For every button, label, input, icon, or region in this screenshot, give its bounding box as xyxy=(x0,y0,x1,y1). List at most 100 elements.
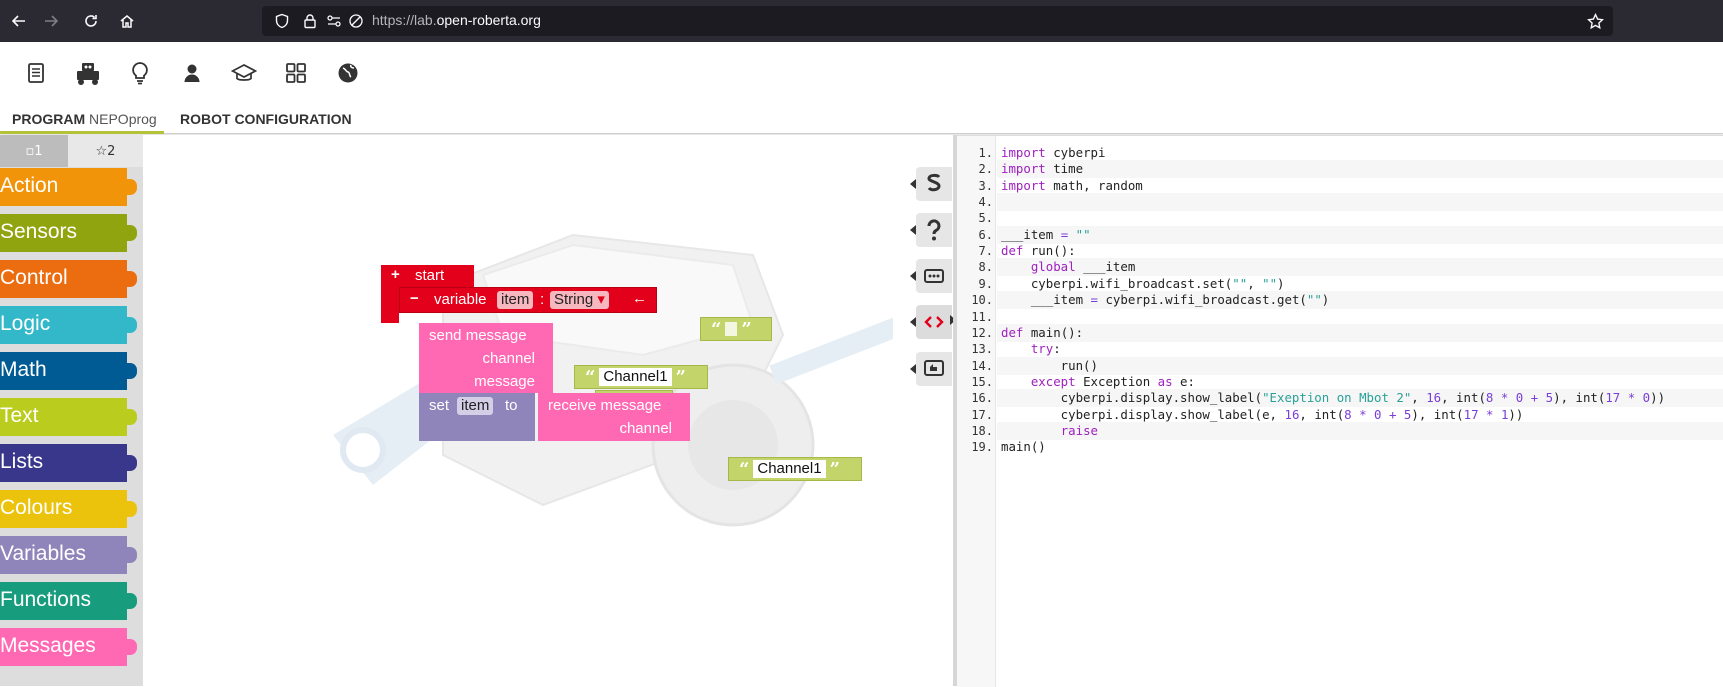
home-button[interactable] xyxy=(114,8,140,34)
category-action[interactable]: Action xyxy=(0,168,137,206)
bookmark-button[interactable] xyxy=(1582,8,1608,34)
category-variables[interactable]: Variables xyxy=(0,536,137,574)
channel-value-field[interactable]: Channel1 xyxy=(599,368,672,386)
star-icon xyxy=(1586,12,1604,29)
robot-menu-button[interactable] xyxy=(73,58,103,88)
reload-button[interactable] xyxy=(78,8,104,34)
tab-program[interactable]: PROGRAM NEPOprog xyxy=(0,108,164,134)
send-message-block[interactable]: send message channel message xyxy=(419,323,553,393)
forward-arrow-icon xyxy=(45,15,59,27)
robot-sim-icon xyxy=(924,269,944,283)
code-line[interactable]: import cyberpi xyxy=(997,144,1723,162)
empty-string-block[interactable]: “ ” xyxy=(700,317,772,341)
source-code-panel[interactable]: 1. 2. 3. 4. 5. 6. 7. 8. 9. 10. 11. 12. 13. 14. 15. 16. 1… xyxy=(957,135,1723,687)
lightbulb-icon xyxy=(132,62,148,85)
set-label: set xyxy=(429,397,450,414)
feedback-button[interactable] xyxy=(910,352,952,386)
to-label: to xyxy=(505,397,518,414)
variable-type-dropdown[interactable]: String ▾ xyxy=(550,291,609,309)
line-number: 14. xyxy=(971,358,993,373)
channel-label: channel xyxy=(482,350,535,367)
remove-icon[interactable]: − xyxy=(410,290,419,307)
category-text[interactable]: Text xyxy=(0,398,137,436)
category-functions[interactable]: Functions xyxy=(0,582,137,620)
category-logic[interactable]: Logic xyxy=(0,306,137,344)
variable-name-field[interactable]: item xyxy=(497,291,534,309)
category-label: Functions xyxy=(0,588,92,611)
toolbox-tab-beginner[interactable]: ▫1 xyxy=(0,135,68,167)
code-line[interactable]: run() xyxy=(997,356,1723,375)
set-variable-block[interactable]: set item to xyxy=(419,393,535,441)
language-menu-button[interactable] xyxy=(333,58,363,88)
variable-type-value: String xyxy=(554,291,594,308)
category-math[interactable]: Math xyxy=(0,352,137,390)
line-number: 8. xyxy=(978,260,993,275)
code-line[interactable]: cyberpi.wifi_broadcast.set("", "") xyxy=(997,275,1723,293)
quote-open-icon: “ xyxy=(739,458,750,480)
category-lists[interactable]: Lists xyxy=(0,444,137,482)
code-line[interactable]: global ___item xyxy=(997,258,1723,277)
forward-button[interactable] xyxy=(38,8,64,34)
line-number: 5. xyxy=(978,211,993,226)
code-line[interactable]: cyberpi.display.show_label(e, 16, int(8 … xyxy=(997,406,1723,424)
help-button[interactable] xyxy=(910,213,952,247)
code-line[interactable] xyxy=(997,193,1723,212)
channel-string-block[interactable]: “ Channel1 ” xyxy=(574,365,708,389)
code-line[interactable]: def run(): xyxy=(997,242,1723,260)
gallery-menu-button[interactable] xyxy=(281,58,311,88)
category-control[interactable]: Control xyxy=(0,260,137,298)
code-line[interactable] xyxy=(997,308,1723,326)
tab-program-label: PROGRAM xyxy=(12,111,86,127)
code-line[interactable]: ___item = cyberpi.wifi_broadcast.get("") xyxy=(997,291,1723,310)
toolbox-tab-expert[interactable]: ☆2 xyxy=(68,135,143,167)
program-menu-button[interactable] xyxy=(21,58,51,88)
simulation-button[interactable] xyxy=(910,259,952,293)
code-line[interactable]: import math, random xyxy=(997,177,1723,195)
save-program-button[interactable] xyxy=(910,167,952,201)
category-sensors[interactable]: Sensors xyxy=(0,214,137,252)
user-menu-button[interactable] xyxy=(177,58,207,88)
toolbox-level-tabs: ▫1 ☆2 xyxy=(0,135,143,167)
code-line[interactable]: ___item = "" xyxy=(997,225,1723,244)
code-line[interactable]: try: xyxy=(997,340,1723,358)
start-label: start xyxy=(415,267,445,284)
set-variable-field[interactable]: item xyxy=(457,397,494,415)
code-line[interactable]: import time xyxy=(997,160,1723,179)
variable-declaration-block[interactable]: − variable item : String ▾ ← xyxy=(399,287,657,313)
line-number: 9. xyxy=(978,276,993,291)
back-button[interactable] xyxy=(6,8,32,34)
category-label: Lists xyxy=(0,450,44,473)
blockly-workspace[interactable]: + start − variable item : String ▾ ← “ ”… xyxy=(143,135,953,686)
code-line[interactable]: except Exception as e: xyxy=(997,373,1723,391)
receive-message-block[interactable]: receive message channel xyxy=(538,393,690,441)
code-line[interactable]: main() xyxy=(997,438,1723,456)
start-block-body xyxy=(381,287,399,323)
code-line[interactable]: raise xyxy=(997,421,1723,440)
start-block[interactable]: + start xyxy=(381,265,474,287)
dropdown-arrow-icon: ▾ xyxy=(597,291,605,308)
receive-channel-string-block[interactable]: “ Channel1 ” xyxy=(728,457,862,481)
line-number: 4. xyxy=(978,195,993,210)
line-number: 16. xyxy=(971,391,993,406)
help-menu-button[interactable] xyxy=(125,58,155,88)
add-icon[interactable]: + xyxy=(391,266,400,283)
tab-robot-configuration[interactable]: ROBOT CONFIGURATION xyxy=(180,108,352,134)
toolbox-tab-2-label: ☆2 xyxy=(95,143,116,159)
code-line[interactable]: def main(): xyxy=(997,323,1723,342)
channel-value-field[interactable]: Channel1 xyxy=(753,460,826,478)
code-line[interactable]: cyberpi.display.show_label("Exeption on … xyxy=(997,389,1723,408)
code-view-button[interactable] xyxy=(910,305,952,339)
robot-icon xyxy=(77,63,99,85)
variable-label: variable xyxy=(434,291,487,308)
category-colours[interactable]: Colours xyxy=(0,490,137,528)
category-messages[interactable]: Messages xyxy=(0,628,137,666)
category-label: Sensors xyxy=(0,220,78,243)
colon-label: : xyxy=(540,291,545,308)
education-menu-button[interactable] xyxy=(229,58,259,88)
line-number: 11. xyxy=(971,309,993,324)
code-line[interactable] xyxy=(997,209,1723,227)
category-label: Math xyxy=(0,358,47,381)
line-number-gutter: 1. 2. 3. 4. 5. 6. 7. 8. 9. 10. 11. 12. 13. 14. 15. 16. 1… xyxy=(957,136,996,687)
empty-string-field[interactable] xyxy=(725,322,738,336)
address-bar[interactable]: https://lab.open-roberta.org xyxy=(262,6,1613,36)
